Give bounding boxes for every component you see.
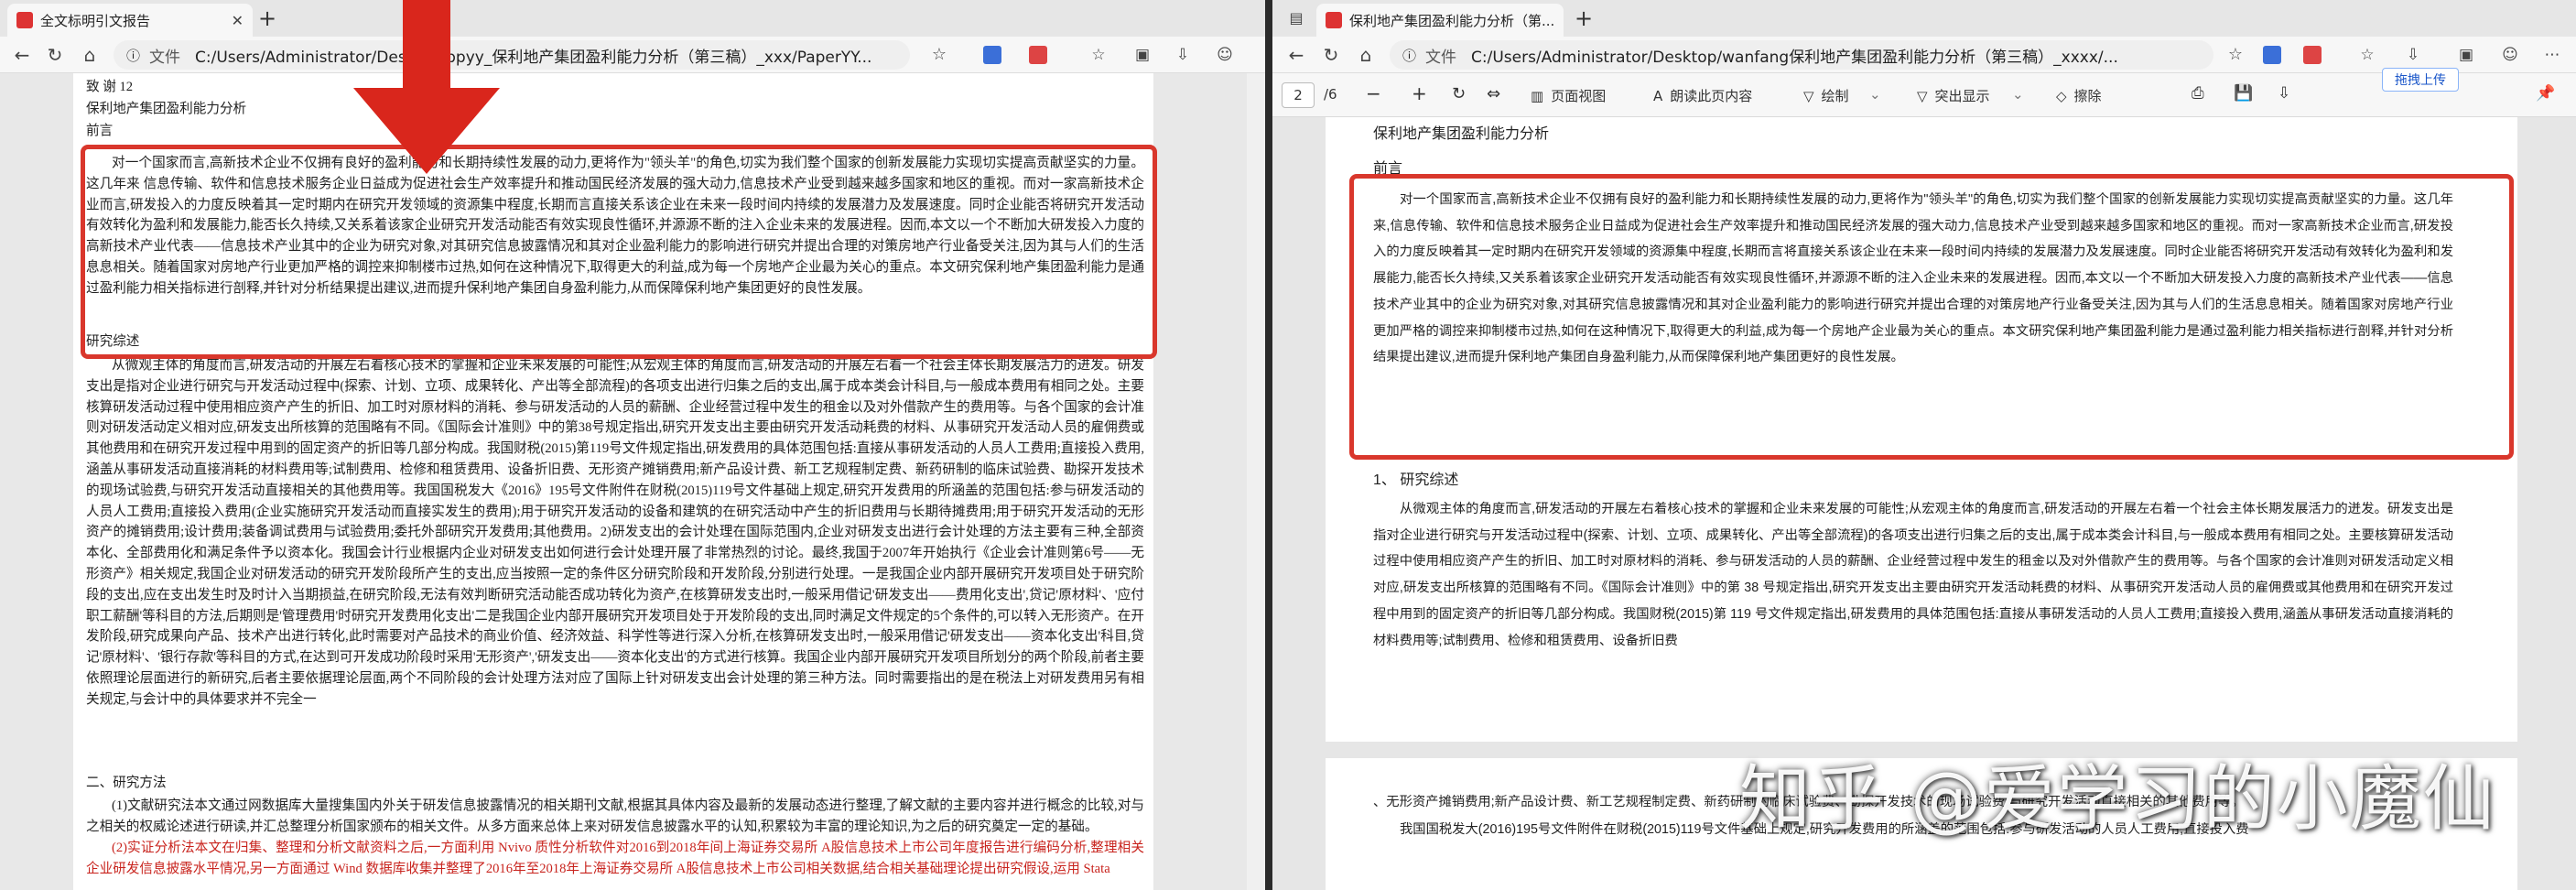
- right-active-tab[interactable]: 保利地产集团盈利能力分析（第... ✕: [1316, 4, 1564, 37]
- pdf-tab-icon: [16, 12, 33, 28]
- left-nav-bar: ← ↻ ⌂ ⓘ 文件 C:/Users/Administrator/Deskto…: [0, 37, 1265, 73]
- new-tab-button[interactable]: +: [258, 7, 276, 29]
- fit-page-icon[interactable]: ⇔: [1487, 84, 1500, 103]
- pdf-toolbar: 2 /6 − + ↻ ⇔ ▥ 页面视图 A 朗读此页内容 ▽ 绘制 ⌄ ▽ 突出显示 ⌄…: [1272, 73, 2576, 117]
- print-icon[interactable]: ⎙: [2192, 84, 2204, 103]
- right-nav-bar: ← ↻ ⌂ ⓘ 文件 C:/Users/Administrator/Deskto…: [1272, 37, 2576, 73]
- page-total: /6: [1324, 86, 1337, 103]
- draw-dropdown-icon[interactable]: ⌄: [1869, 86, 1881, 103]
- new-tab-button[interactable]: +: [1575, 7, 1593, 29]
- downloads-icon[interactable]: ⇩: [2402, 44, 2424, 66]
- more-icon[interactable]: ⋯: [2541, 44, 2563, 66]
- zoom-out-button[interactable]: −: [1366, 82, 1381, 104]
- method-paragraph-2: (2)实证分析法本文在归集、整理和分析文献资料之后,一方面利用 Nvivo 质性…: [86, 841, 1144, 876]
- back-icon[interactable]: ←: [9, 44, 35, 66]
- left-tab-strip: 全文标明引文报告 ✕ +: [0, 0, 1265, 37]
- refresh-icon[interactable]: ↻: [42, 44, 68, 66]
- method-paragraph-1: (1)文献研究法本文通过网数据库大量搜集国内外关于研发信息披露情况的相关期刊文献…: [86, 798, 1144, 834]
- info-icon: ⓘ: [126, 47, 141, 64]
- doc-title: 保利地产集团盈利能力分析: [86, 102, 247, 116]
- extension-icon[interactable]: [2303, 46, 2322, 64]
- favorites-icon[interactable]: ☆: [1088, 44, 1109, 66]
- left-browser-window: 全文标明引文报告 ✕ + ← ↻ ⌂ ⓘ 文件 C:/Users/Adminis…: [0, 0, 1265, 890]
- zoom-in-button[interactable]: +: [1412, 82, 1427, 104]
- info-icon: ⓘ: [1402, 47, 1417, 64]
- erase-button[interactable]: ◇ 擦除: [2056, 86, 2102, 105]
- left-url-text: C:/Users/Administrator/Desktop/ppyy_保利地产…: [195, 48, 872, 67]
- home-icon[interactable]: ⌂: [77, 44, 103, 66]
- translate-icon[interactable]: [2263, 46, 2281, 64]
- window-divider[interactable]: [1265, 0, 1272, 890]
- red-arrow-icon: [353, 0, 500, 174]
- toc-line: 致 谢 12: [86, 80, 134, 94]
- highlight-button[interactable]: ▽ 突出显示: [1917, 86, 1990, 105]
- right-highlight-box: [1349, 174, 2514, 460]
- pdf-tab-icon: [1326, 12, 1342, 28]
- left-scrollbar[interactable]: [1247, 73, 1265, 890]
- page-view-button[interactable]: ▥ 页面视图: [1531, 86, 1606, 105]
- downloads-icon[interactable]: ⇩: [1172, 44, 1194, 66]
- highlight-dropdown-icon[interactable]: ⌄: [2012, 86, 2024, 103]
- profile-icon[interactable]: ☺: [2499, 44, 2521, 66]
- read-aloud-button[interactable]: A 朗读此页内容: [1653, 86, 1752, 105]
- pdf-review-paragraph: 从微观主体的角度而言,研发活动的开展左右着核心技术的掌握和企业未来发展的可能性;…: [1373, 502, 2453, 648]
- rotate-icon[interactable]: ↻: [1452, 84, 1466, 103]
- section-methods-title: 二、研究方法: [86, 776, 167, 790]
- left-tab-title: 全文标明引文报告: [40, 12, 151, 29]
- tab-actions-icon[interactable]: ▤: [1285, 7, 1307, 29]
- favorites-icon[interactable]: ☆: [2356, 44, 2378, 66]
- page-view-icon: ▥: [1531, 87, 1544, 104]
- close-tab-icon[interactable]: ✕: [1554, 12, 1564, 29]
- left-active-tab[interactable]: 全文标明引文报告 ✕: [7, 4, 253, 37]
- collections-icon[interactable]: ▣: [1131, 44, 1153, 66]
- right-tab-title: 保利地产集团盈利能力分析（第...: [1349, 12, 1555, 29]
- preface-heading: 前言: [86, 124, 114, 138]
- right-tab-strip: ▤ 保利地产集团盈利能力分析（第... ✕ +: [1272, 0, 2576, 37]
- translate-icon[interactable]: [983, 46, 1001, 64]
- zhihu-watermark: 知乎 @爱学习的小魔仙: [1739, 758, 2496, 841]
- close-tab-icon[interactable]: ✕: [224, 12, 244, 29]
- review-paragraph: 从微观主体的角度而言,研发活动的开展左右着核心技术的掌握和企业未来发展的可能性;…: [86, 358, 1144, 707]
- refresh-icon[interactable]: ↻: [1318, 44, 1344, 66]
- favorite-star-icon[interactable]: ☆: [928, 44, 950, 66]
- home-icon[interactable]: ⌂: [1353, 44, 1379, 66]
- pdf-review-title: 1、 研究综述: [1373, 472, 1459, 488]
- page-number-input[interactable]: 2: [1282, 82, 1315, 108]
- pdf-doc-title: 保利地产集团盈利能力分析: [1373, 126, 1550, 142]
- save-icon[interactable]: 💾: [2234, 84, 2253, 103]
- upload-tooltip: 拖拽上传: [2382, 68, 2459, 92]
- profile-icon[interactable]: ☺: [1214, 44, 1236, 66]
- collections-icon[interactable]: ▣: [2455, 44, 2477, 66]
- draw-icon: ▽: [1803, 87, 1814, 104]
- file-scheme-label: 文件: [1425, 48, 1457, 67]
- right-url-text: C:/Users/Administrator/Desktop/wanfang保利…: [1471, 48, 2118, 67]
- favorite-star-icon[interactable]: ☆: [2224, 44, 2246, 66]
- read-aloud-icon: A: [1653, 87, 1663, 104]
- eraser-icon: ◇: [2056, 87, 2067, 104]
- back-icon[interactable]: ←: [1283, 44, 1309, 66]
- left-highlight-box: [81, 145, 1157, 359]
- right-address-bar[interactable]: ⓘ 文件 C:/Users/Administrator/Desktop/wanf…: [1390, 40, 2213, 70]
- highlight-icon: ▽: [1917, 87, 1928, 104]
- draw-button[interactable]: ▽ 绘制: [1803, 86, 1849, 105]
- pin-icon[interactable]: 📌: [2536, 84, 2555, 103]
- file-scheme-label: 文件: [149, 48, 181, 67]
- extension-icon[interactable]: [1029, 46, 1047, 64]
- save-as-icon[interactable]: ⇩: [2278, 84, 2290, 103]
